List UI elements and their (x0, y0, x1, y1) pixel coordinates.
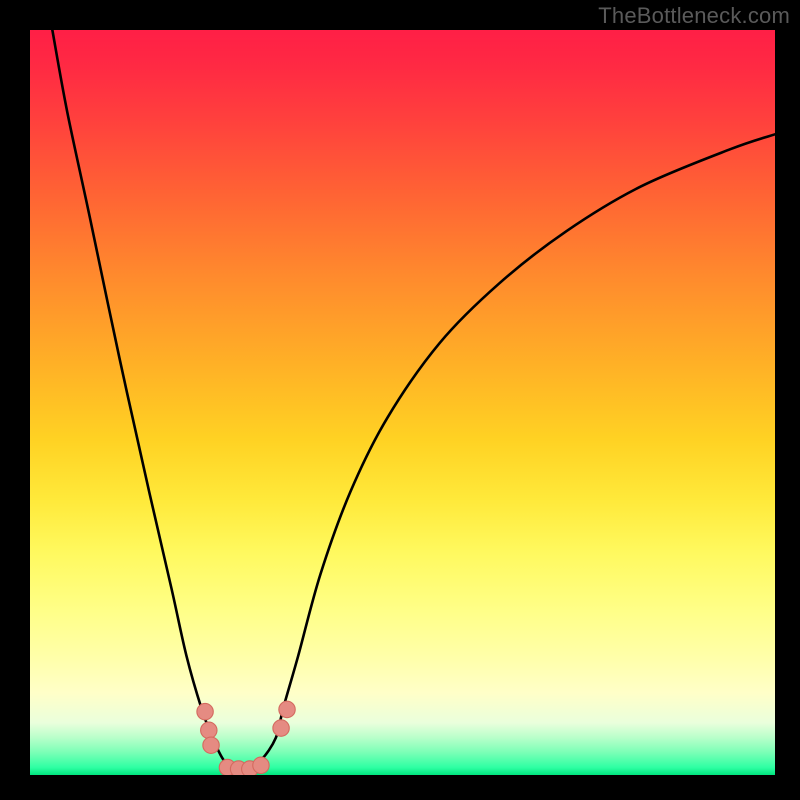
curve-marker (197, 703, 213, 719)
curve-marker (279, 701, 295, 717)
bottleneck-curve-path (52, 30, 775, 768)
curve-marker (203, 737, 219, 753)
bottleneck-curve-svg (30, 30, 775, 775)
watermark-text: TheBottleneck.com (598, 3, 790, 29)
marker-group (197, 701, 295, 775)
curve-marker (253, 757, 269, 773)
curve-marker (201, 722, 217, 738)
chart-frame: TheBottleneck.com (0, 0, 800, 800)
plot-area (30, 30, 775, 775)
curve-marker (273, 720, 289, 736)
